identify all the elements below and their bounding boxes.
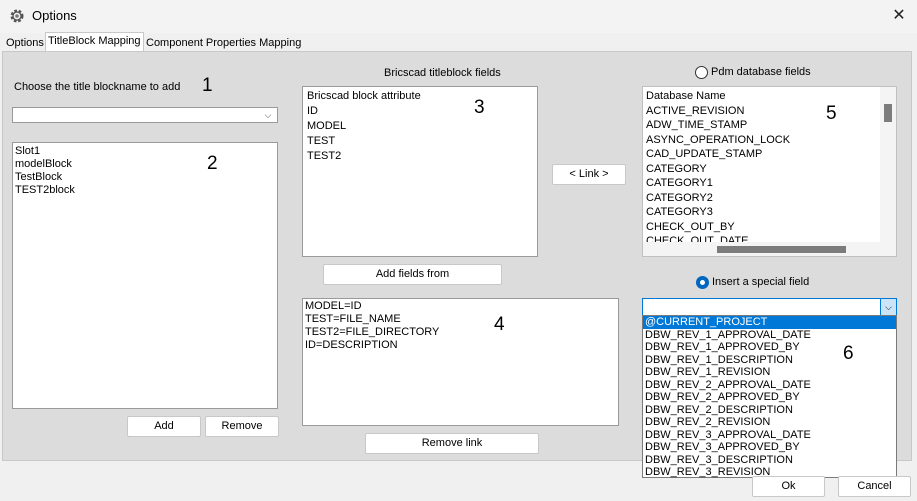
horizontal-scroll-thumb[interactable] <box>717 246 846 253</box>
list-item[interactable]: CATEGORY3 <box>646 205 876 220</box>
cancel-button[interactable]: Cancel <box>838 476 911 497</box>
list-item[interactable]: CHECK_OUT_DATE <box>646 234 876 242</box>
gear-icon <box>10 9 24 23</box>
list-item[interactable]: modelBlock <box>15 158 275 171</box>
special-field-radio-label[interactable]: Insert a special field <box>712 276 809 288</box>
vertical-scroll-thumb[interactable] <box>884 104 892 122</box>
list-item[interactable]: TEST=FILE_NAME <box>305 313 616 326</box>
special-field-radio[interactable] <box>696 276 709 289</box>
choose-blockname-label: Choose the title blockname to add <box>14 81 181 93</box>
dropdown-option[interactable]: DBW_REV_2_APPROVAL_DATE <box>643 379 896 392</box>
dropdown-option[interactable]: DBW_REV_1_DESCRIPTION <box>643 354 896 367</box>
annotation-3: 3 <box>474 97 485 118</box>
annotation-5: 5 <box>826 103 837 124</box>
list-header: Database Name <box>646 90 726 102</box>
list-item[interactable]: CATEGORY2 <box>646 191 876 206</box>
tab-titleblock-mapping[interactable]: TitleBlock Mapping <box>45 32 144 51</box>
list-item[interactable]: CATEGORY1 <box>646 176 876 191</box>
list-item[interactable]: CAD_UPDATE_STAMP <box>646 147 876 162</box>
special-field-combo[interactable]: ⌵ <box>642 298 897 316</box>
annotation-2: 2 <box>207 153 218 174</box>
tab-component-properties-mapping[interactable]: Component Properties Mapping <box>144 35 303 51</box>
annotation-6: 6 <box>843 343 854 364</box>
dropdown-option[interactable]: DBW_REV_2_APPROVED_BY <box>643 391 896 404</box>
special-field-dropdown[interactable]: @CURRENT_PROJECT DBW_REV_1_APPROVAL_DATE… <box>642 315 897 478</box>
annotation-4: 4 <box>494 314 505 335</box>
list-item[interactable]: MODEL=ID <box>305 300 616 313</box>
blockname-combo[interactable]: ⌵ <box>12 107 278 123</box>
list-header: Bricscad block attribute <box>307 90 421 102</box>
list-item[interactable]: CATEGORY <box>646 162 876 177</box>
dropdown-option[interactable]: DBW_REV_3_DESCRIPTION <box>643 454 896 467</box>
dropdown-option[interactable]: DBW_REV_3_APPROVAL_DATE <box>643 429 896 442</box>
tab-options[interactable]: Options <box>4 35 46 51</box>
vertical-scrollbar[interactable] <box>880 87 896 242</box>
dropdown-option[interactable]: DBW_REV_1_APPROVAL_DATE <box>643 329 896 342</box>
link-button[interactable]: < Link > <box>552 164 626 185</box>
list-item[interactable]: MODEL <box>307 119 533 134</box>
close-icon[interactable]: ✕ <box>887 4 911 28</box>
dropdown-option[interactable]: @CURRENT_PROJECT <box>643 316 896 329</box>
list-item[interactable]: ADW_TIME_STAMP <box>646 118 876 133</box>
mappings-list[interactable]: MODEL=ID TEST=FILE_NAME TEST2=FILE_DIREC… <box>302 298 619 426</box>
list-item[interactable]: TEST2block <box>15 184 275 197</box>
dropdown-option[interactable]: DBW_REV_1_REVISION <box>643 366 896 379</box>
remove-link-button[interactable]: Remove link <box>365 433 539 454</box>
window-title: Options <box>32 8 77 23</box>
chevron-down-icon[interactable]: ⌵ <box>262 108 274 122</box>
dropdown-option[interactable]: DBW_REV_3_APPROVED_BY <box>643 441 896 454</box>
bricscad-fields-list[interactable]: Bricscad block attribute ID MODEL TEST T… <box>302 86 538 257</box>
ok-button[interactable]: Ok <box>752 476 825 497</box>
title-bar <box>0 0 917 33</box>
dropdown-option[interactable]: DBW_REV_1_APPROVED_BY <box>643 341 896 354</box>
blockname-list[interactable]: Slot1 modelBlock TestBlock TEST2block <box>12 142 278 409</box>
dropdown-option[interactable]: DBW_REV_2_REVISION <box>643 416 896 429</box>
add-fields-from-button[interactable]: Add fields from <box>323 264 502 285</box>
list-item[interactable]: CHECK_OUT_BY <box>646 220 876 235</box>
list-item[interactable]: ACTIVE_REVISION <box>646 104 876 119</box>
database-fields-list[interactable]: Database Name ACTIVE_REVISION ADW_TIME_S… <box>642 86 897 257</box>
list-item[interactable]: TEST <box>307 134 533 149</box>
list-item[interactable]: ASYNC_OPERATION_LOCK <box>646 133 876 148</box>
list-item[interactable]: TEST2=FILE_DIRECTORY <box>305 326 616 339</box>
list-item[interactable]: TEST2 <box>307 149 533 164</box>
list-item[interactable]: Slot1 <box>15 145 275 158</box>
chevron-down-icon[interactable]: ⌵ <box>880 299 896 315</box>
list-item[interactable]: ID=DESCRIPTION <box>305 339 616 352</box>
list-item[interactable]: ID <box>307 104 533 119</box>
horizontal-scrollbar[interactable] <box>643 242 896 256</box>
dropdown-option[interactable]: DBW_REV_2_DESCRIPTION <box>643 404 896 417</box>
add-button[interactable]: Add <box>127 416 201 437</box>
bricscad-fields-title: Bricscad titleblock fields <box>384 67 501 79</box>
pdm-fields-radio-label[interactable]: Pdm database fields <box>711 66 811 78</box>
remove-button[interactable]: Remove <box>205 416 279 437</box>
list-item[interactable]: TestBlock <box>15 171 275 184</box>
pdm-fields-radio[interactable] <box>695 66 708 79</box>
annotation-1: 1 <box>202 75 213 96</box>
